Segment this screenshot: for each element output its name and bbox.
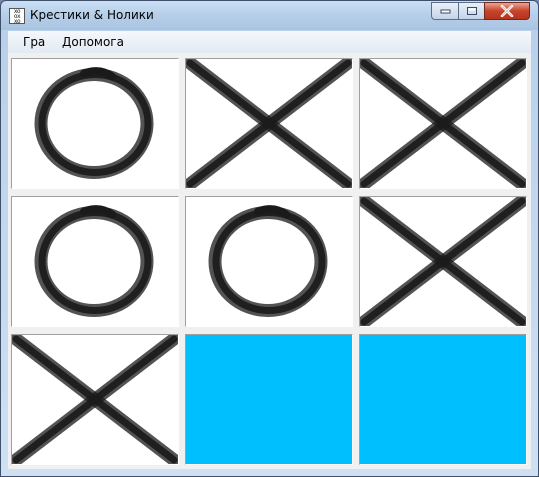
maximize-button[interactable] xyxy=(458,2,484,20)
close-button[interactable] xyxy=(484,2,530,20)
menu-bar: Гра Допомога xyxy=(8,31,531,53)
o-mark-icon xyxy=(208,205,328,317)
x-mark-icon xyxy=(360,197,526,326)
board-cell-1-2[interactable] xyxy=(185,58,353,189)
board-cell-1-1[interactable] xyxy=(11,58,179,189)
tic-tac-toe-app-icon: xo ox xo xyxy=(9,8,25,24)
board-cell-2-2[interactable] xyxy=(185,196,353,327)
x-mark-icon xyxy=(360,59,526,188)
minimize-icon xyxy=(440,9,450,14)
board-cell-3-2[interactable] xyxy=(185,334,353,465)
window-title: Крестики & Нолики xyxy=(30,8,154,22)
board-cell-1-3[interactable] xyxy=(359,58,527,189)
o-mark-icon xyxy=(34,205,154,317)
title-bar[interactable]: xo ox xo Крестики & Нолики xyxy=(1,1,538,30)
x-mark-icon xyxy=(12,335,178,464)
board-cell-3-3[interactable] xyxy=(359,334,527,465)
menu-item-game[interactable]: Гра xyxy=(23,35,45,49)
app-window: xo ox xo Крестики & Нолики Гра Допомога xyxy=(0,0,539,477)
board-cell-3-1[interactable] xyxy=(11,334,179,465)
close-icon xyxy=(500,5,514,17)
game-board xyxy=(8,53,531,469)
maximize-icon xyxy=(466,7,477,15)
menu-item-help[interactable]: Допомога xyxy=(62,35,124,49)
board-cell-2-1[interactable] xyxy=(11,196,179,327)
board-cell-2-3[interactable] xyxy=(359,196,527,327)
o-mark-icon xyxy=(34,67,154,179)
x-mark-icon xyxy=(186,59,352,188)
minimize-button[interactable] xyxy=(431,2,458,20)
